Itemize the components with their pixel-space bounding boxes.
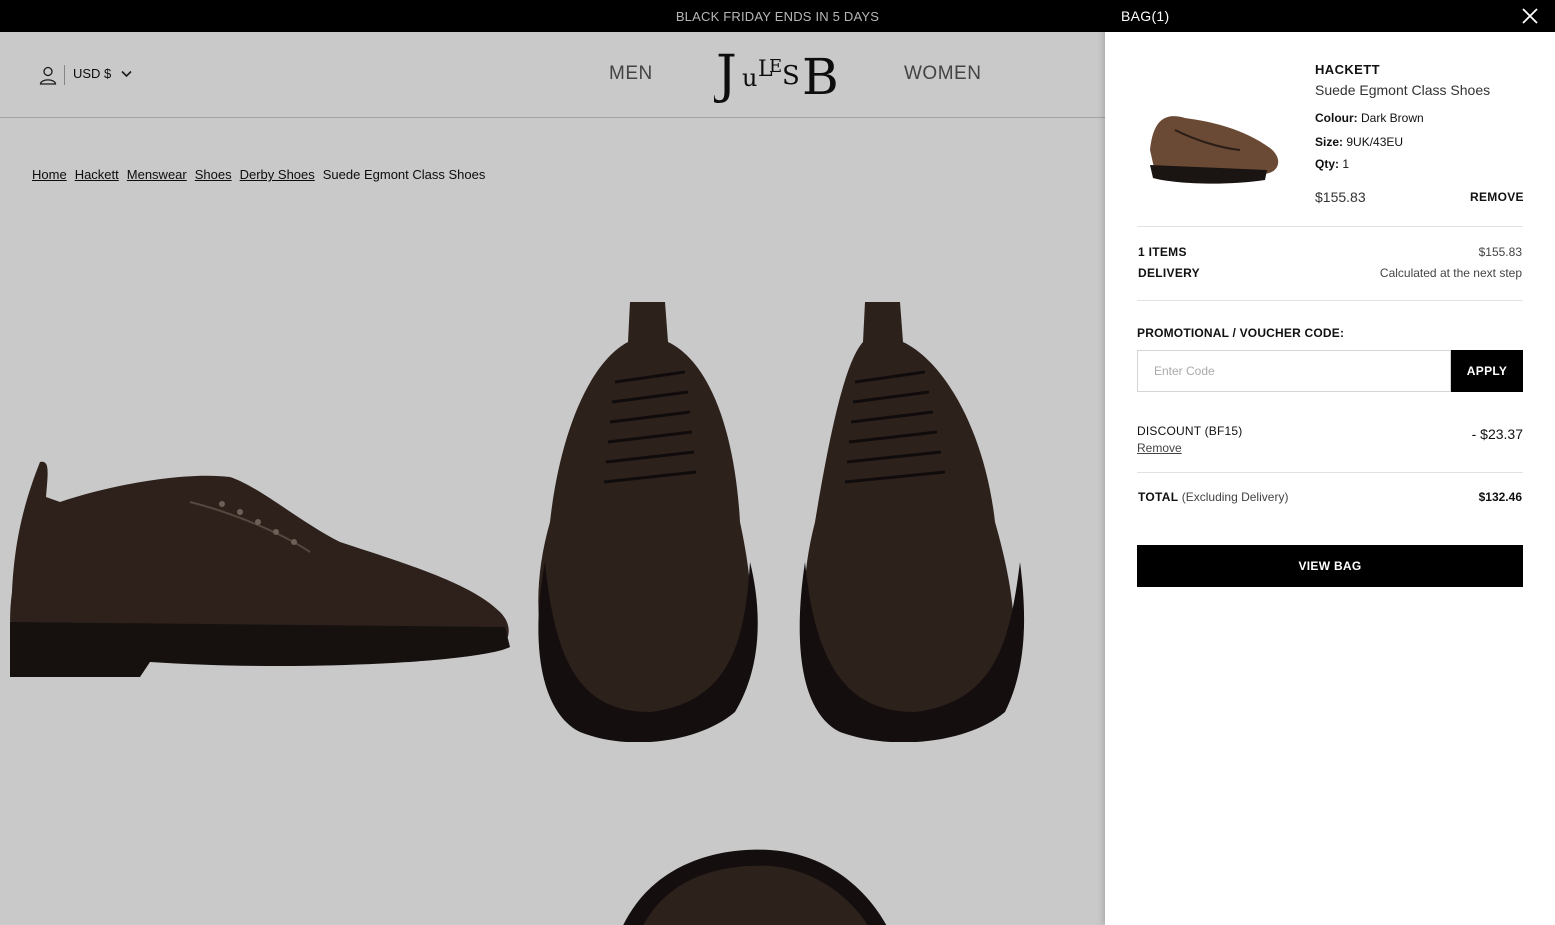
bag-item-price: $155.83 [1315, 189, 1366, 205]
delivery-value: Calculated at the next step [1379, 266, 1522, 280]
remove-item-button[interactable]: REMOVE [1470, 190, 1524, 204]
user-icon[interactable] [38, 65, 58, 85]
breadcrumb: Home Hackett Menswear Shoes Derby Shoes … [32, 167, 485, 182]
breadcrumb-current: Suede Egmont Class Shoes [322, 167, 486, 182]
size-value: 9UK/43EU [1346, 135, 1404, 149]
header-divider [64, 65, 65, 85]
bag-drawer: BAG(1) HACKETT Suede Egmont Class Shoes … [1105, 0, 1555, 925]
product-page: USD $ MEN J u L E S B WOMEN Home Hackett… [0, 32, 1105, 925]
svg-text:S: S [782, 61, 800, 91]
close-icon[interactable] [1521, 7, 1539, 25]
breadcrumb-shoes[interactable]: Shoes [195, 167, 232, 182]
total-value: $132.46 [1478, 490, 1522, 504]
divider [1137, 472, 1523, 473]
site-logo[interactable]: J u L E S B [714, 42, 844, 106]
site-header: USD $ MEN J u L E S B WOMEN [0, 32, 1105, 118]
bag-item-image[interactable] [1145, 100, 1285, 190]
bag-item-size: Size: 9UK/43EU [1315, 135, 1403, 149]
bag-item-qty: Qty: 1 [1315, 157, 1349, 171]
nav-women[interactable]: WOMEN [904, 63, 981, 85]
chevron-down-icon [121, 70, 132, 77]
currency-selector[interactable]: USD $ [73, 66, 132, 81]
qty-value: 1 [1342, 157, 1350, 171]
total-sublabel: (Excluding Delivery) [1181, 490, 1289, 504]
product-image-side[interactable] [0, 442, 520, 682]
promo-label: PROMOTIONAL / VOUCHER CODE: [1137, 326, 1345, 340]
total-label: TOTAL [1138, 490, 1179, 504]
colour-label: Colour: [1315, 111, 1358, 125]
apply-promo-button[interactable]: APPLY [1451, 350, 1523, 392]
currency-label: USD $ [73, 66, 112, 81]
product-image-top-right[interactable] [785, 262, 1035, 742]
discount-value: - $23.37 [1471, 426, 1523, 442]
qty-label: Qty: [1315, 157, 1339, 171]
product-image-sole[interactable] [610, 832, 900, 925]
svg-text:u: u [742, 64, 757, 92]
svg-text:J: J [714, 45, 737, 105]
product-image-top-left[interactable] [520, 262, 770, 742]
breadcrumb-derby-shoes[interactable]: Derby Shoes [240, 167, 315, 182]
remove-discount-link[interactable]: Remove [1137, 441, 1182, 455]
divider [1137, 300, 1523, 301]
breadcrumb-hackett[interactable]: Hackett [75, 167, 119, 182]
items-count-label: 1 ITEMS [1138, 245, 1187, 259]
colour-value: Dark Brown [1361, 111, 1424, 125]
items-subtotal: $155.83 [1478, 245, 1522, 259]
size-label: Size: [1315, 135, 1344, 149]
bag-item-colour: Colour: Dark Brown [1315, 111, 1424, 125]
total-label-group: TOTAL (Excluding Delivery) [1138, 490, 1288, 504]
bag-header: BAG(1) [1105, 0, 1555, 32]
promo-code-input[interactable] [1137, 350, 1451, 392]
bag-item-brand: HACKETT [1315, 62, 1380, 77]
bag-title: BAG(1) [1121, 8, 1170, 24]
announcement-text: BLACK FRIDAY ENDS IN 5 DAYS [675, 8, 880, 24]
divider [1137, 226, 1523, 227]
bag-item-name[interactable]: Suede Egmont Class Shoes [1315, 82, 1490, 98]
product-gallery [0, 222, 1105, 925]
svg-text:E: E [769, 56, 782, 77]
nav-men[interactable]: MEN [609, 63, 653, 85]
discount-label: DISCOUNT (BF15) [1137, 424, 1243, 438]
delivery-label: DELIVERY [1138, 266, 1200, 280]
breadcrumb-menswear[interactable]: Menswear [127, 167, 187, 182]
svg-text:B: B [802, 48, 839, 106]
view-bag-button[interactable]: VIEW BAG [1137, 545, 1523, 587]
breadcrumb-home[interactable]: Home [32, 167, 67, 182]
